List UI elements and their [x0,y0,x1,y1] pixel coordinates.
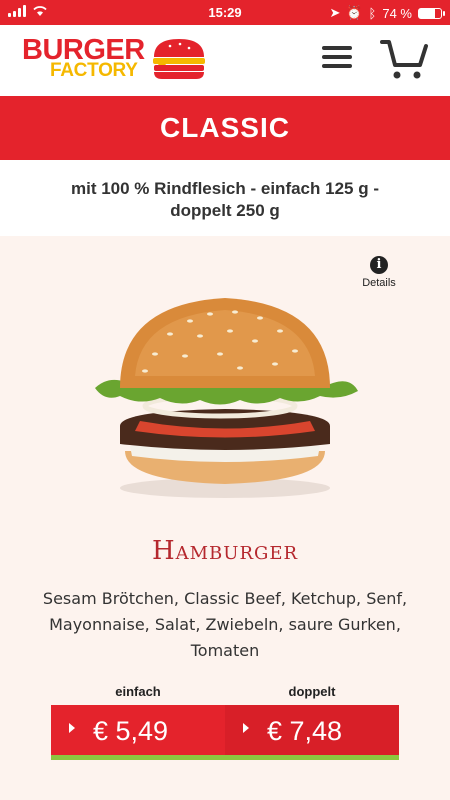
menu-button[interactable] [320,43,354,73]
location-arrow-icon: ➤ [329,5,341,20]
cart-button[interactable] [380,37,430,83]
size-label-single: einfach [115,684,161,699]
product-card: i Details Hamburger Sesam Brötchen, Clas… [0,236,450,800]
price-single: € 5,49 [93,716,169,746]
bluetooth-icon: ᛒ [368,5,377,21]
info-icon: i [370,256,388,274]
category-subtitle: mit 100 % Rindflesich - einfach 125 g - … [0,160,450,236]
size-label-double: doppelt [288,684,336,699]
category-title: CLASSIC [0,96,450,160]
hamburger-image [95,298,358,498]
price-button-double[interactable]: € 7,48 [225,705,399,755]
status-right: ➤ ⏰ ᛒ 74 % [329,5,445,21]
status-bar: 15:29 ➤ ⏰ ᛒ 74 % [0,0,450,25]
logo-burger-icon [153,39,205,79]
alarm-clock-icon: ⏰ [346,5,363,20]
caret-right-icon [69,723,75,733]
shopping-cart-icon [380,40,428,79]
battery-percent: 74 % [382,5,412,21]
details-button[interactable]: i Details [356,256,402,289]
details-label: Details [362,277,396,289]
price-button-single[interactable]: € 5,49 [51,705,225,755]
app-header: BURGER FACTORY [0,25,450,96]
caret-right-icon [243,723,249,733]
price-double: € 7,48 [267,716,343,746]
logo-word-factory: FACTORY [50,60,138,81]
hamburger-menu-icon [322,46,352,50]
battery-icon [418,7,445,19]
price-accent-strip [51,755,399,760]
product-ingredients: Sesam Brötchen, Classic Beef, Ketchup, S… [42,589,408,660]
burger-factory-logo[interactable]: BURGER FACTORY [22,35,212,85]
product-name: Hamburger [151,536,299,566]
